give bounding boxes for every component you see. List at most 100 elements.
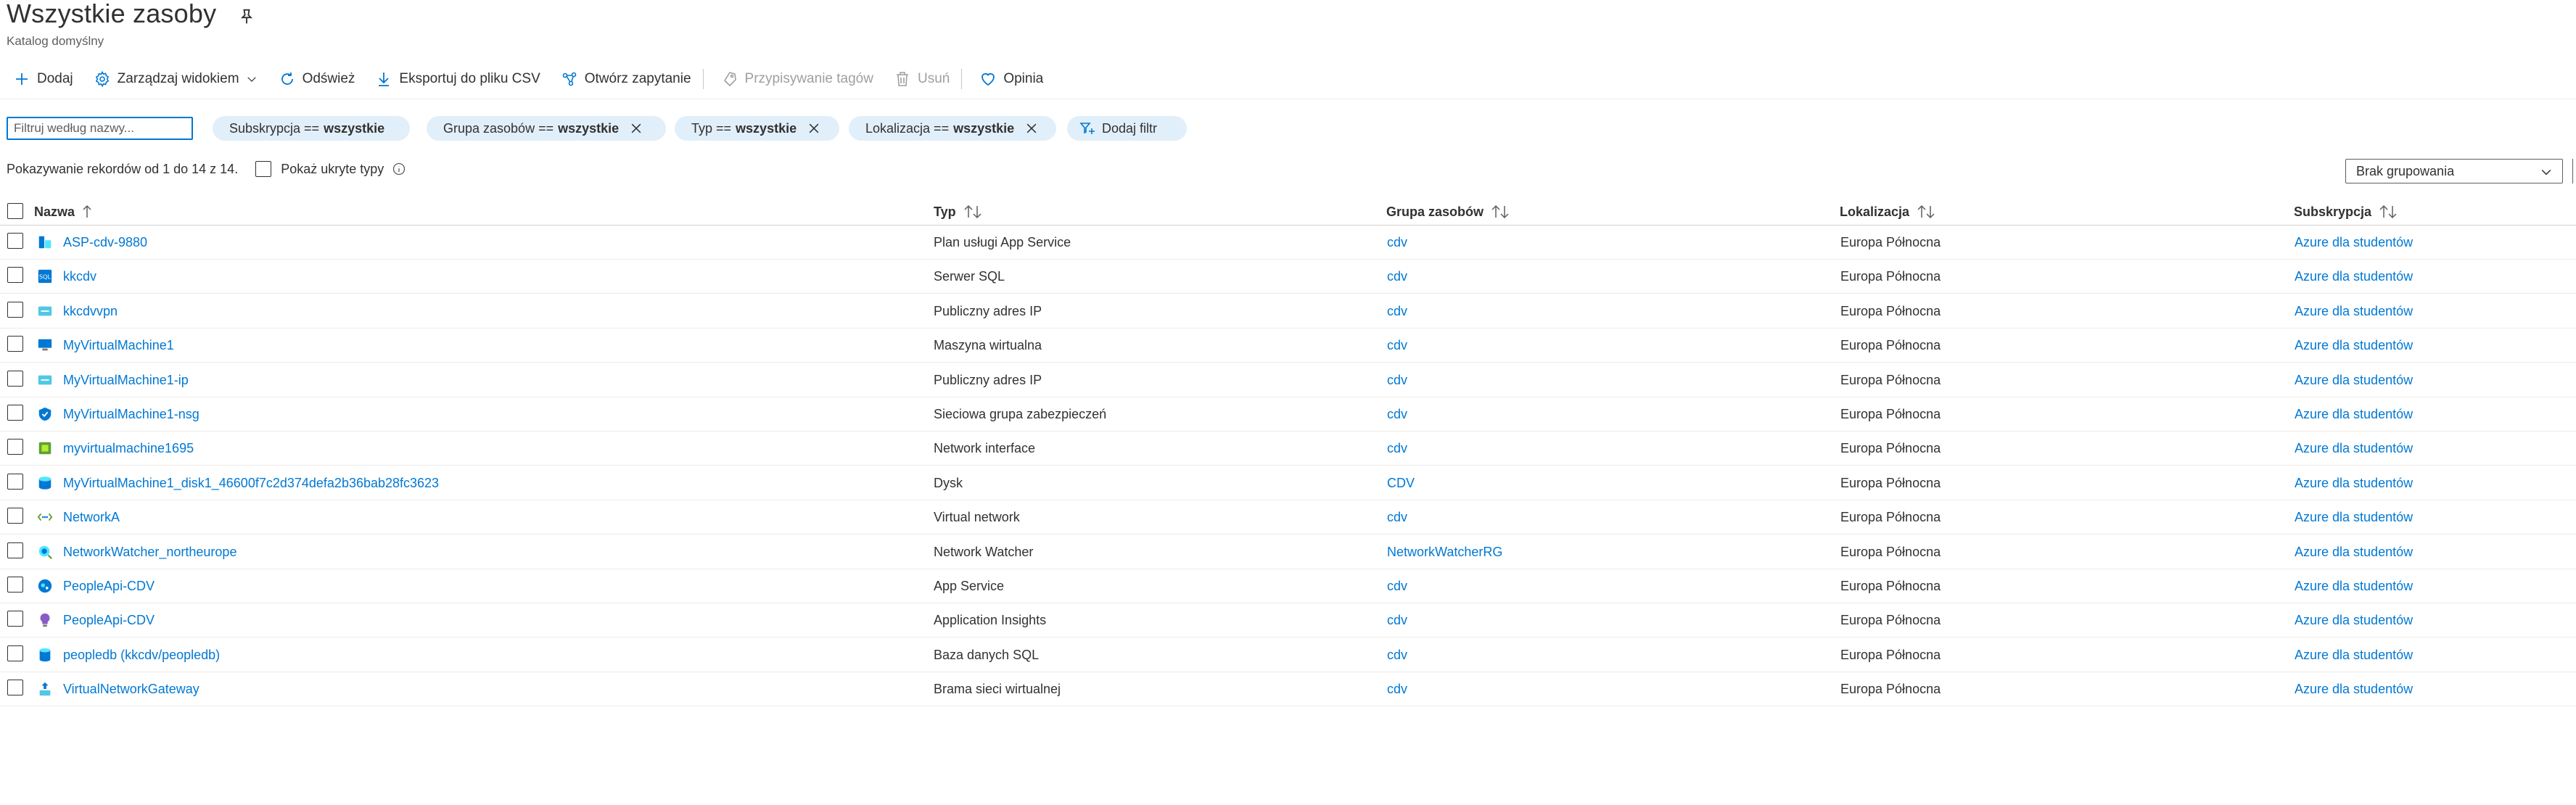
- table-row[interactable]: MyVirtualMachine1 Maszyna wirtualna cdv Eur…: [0, 329, 2576, 363]
- gear-icon: [95, 70, 109, 88]
- refresh-icon: [281, 73, 293, 85]
- row-checkbox[interactable]: [7, 301, 23, 318]
- resource-name-link[interactable]: ASP-cdv-9880: [63, 235, 147, 250]
- delete-button[interactable]: Usuń: [881, 67, 957, 91]
- row-checkbox[interactable]: [7, 473, 23, 490]
- resource-name-link[interactable]: PeopleApi-CDV: [63, 579, 155, 594]
- table-row[interactable]: NetworkWatcher_northeurope Network Watche…: [0, 535, 2576, 569]
- row-checkbox[interactable]: [7, 233, 23, 249]
- table-row[interactable]: MyVirtualMachine1-nsg Sieciowa grupa zabe…: [0, 397, 2576, 432]
- resource-name-link[interactable]: MyVirtualMachine1-ip: [63, 373, 189, 388]
- table-row[interactable]: VirtualNetworkGateway Brama sieci wirtual…: [0, 672, 2576, 707]
- subscription-link[interactable]: Azure dla studentów: [2295, 545, 2413, 560]
- column-header-location[interactable]: Lokalizacja: [1840, 204, 1938, 220]
- resource-name-link[interactable]: MyVirtualMachine1_disk1_46600f7c2d374def…: [63, 476, 439, 491]
- subscription-link[interactable]: Azure dla studentów: [2295, 579, 2413, 594]
- subscription-link[interactable]: Azure dla studentów: [2295, 269, 2413, 284]
- select-all-checkbox[interactable]: [7, 203, 23, 219]
- feedback-button[interactable]: Opinia: [966, 67, 1050, 91]
- row-checkbox[interactable]: [7, 645, 23, 661]
- subscription-link[interactable]: Azure dla studentów: [2295, 648, 2413, 663]
- subscription-link[interactable]: Azure dla studentów: [2295, 373, 2413, 388]
- row-checkbox[interactable]: [7, 577, 23, 593]
- table-row[interactable]: NetworkA Virtual network cdv Europa Północn…: [0, 500, 2576, 535]
- row-checkbox[interactable]: [7, 508, 23, 524]
- resource-name-link[interactable]: NetworkA: [63, 510, 120, 525]
- resource-group-link[interactable]: cdv: [1387, 510, 1407, 525]
- table-row[interactable]: SQL kkcdv Serwer SQL cdv Europa Północna Azur…: [0, 260, 2576, 294]
- row-checkbox[interactable]: [7, 611, 23, 627]
- table-row[interactable]: peopledb (kkcdv/peopledb) Baza danych SQL…: [0, 638, 2576, 672]
- resource-name-link[interactable]: myvirtualmachine1695: [63, 441, 194, 456]
- table-row[interactable]: MyVirtualMachine1_disk1_46600f7c2d374def…: [0, 466, 2576, 500]
- resource-group-link[interactable]: cdv: [1387, 613, 1407, 628]
- subscription-link[interactable]: Azure dla studentów: [2295, 510, 2413, 525]
- resource-name-link[interactable]: NetworkWatcher_northeurope: [63, 545, 236, 560]
- table-row[interactable]: PeopleApi-CDV Application Insights cdv Euro…: [0, 603, 2576, 638]
- resource-name-link[interactable]: kkcdv: [63, 269, 96, 284]
- manage-view-button[interactable]: Zarządzaj widokiem: [81, 67, 266, 91]
- resource-group-link[interactable]: cdv: [1387, 579, 1407, 594]
- resource-name-link[interactable]: VirtualNetworkGateway: [63, 682, 199, 697]
- row-checkbox[interactable]: [7, 439, 23, 455]
- export-csv-button[interactable]: Eksportuj do pliku CSV: [362, 67, 547, 91]
- close-icon[interactable]: [629, 121, 643, 136]
- filter-by-name-input[interactable]: [7, 117, 193, 140]
- resource-group-link[interactable]: cdv: [1387, 235, 1407, 250]
- row-checkbox[interactable]: [7, 267, 23, 284]
- info-icon[interactable]: [392, 162, 406, 176]
- table-row[interactable]: PeopleApi-CDV App Service cdv Europa Północ…: [0, 569, 2576, 603]
- table-row[interactable]: MyVirtualMachine1-ip Publiczny adres IP cd…: [0, 363, 2576, 397]
- column-header-resource-group[interactable]: Grupa zasobów: [1386, 204, 1512, 220]
- table-row[interactable]: myvirtualmachine1695 Network interface cdv…: [0, 432, 2576, 466]
- subscription-link[interactable]: Azure dla studentów: [2295, 441, 2413, 456]
- resource-name-link[interactable]: MyVirtualMachine1-nsg: [63, 407, 199, 422]
- filter-pill-resource-group[interactable]: Grupa zasobów == wszystkie: [427, 116, 666, 141]
- subscription-link[interactable]: Azure dla studentów: [2295, 682, 2413, 697]
- table-row[interactable]: ASP-cdv-9880 Plan usługi App Service cdv Eu…: [0, 226, 2576, 260]
- column-header-name[interactable]: Nazwa: [34, 204, 103, 220]
- resource-name-link[interactable]: PeopleApi-CDV: [63, 613, 155, 628]
- open-query-button[interactable]: Otwórz zapytanie: [548, 67, 699, 91]
- resource-name-link[interactable]: kkcdvvpn: [63, 304, 118, 319]
- resource-group-link[interactable]: cdv: [1387, 648, 1407, 663]
- subscription-link[interactable]: Azure dla studentów: [2295, 613, 2413, 628]
- resource-name-link[interactable]: peopledb (kkcdv/peopledb): [63, 648, 220, 663]
- row-checkbox[interactable]: [7, 405, 23, 421]
- subscription-link[interactable]: Azure dla studentów: [2295, 235, 2413, 250]
- row-checkbox[interactable]: [7, 680, 23, 696]
- resource-group-link[interactable]: cdv: [1387, 338, 1407, 353]
- resource-group-link[interactable]: cdv: [1387, 441, 1407, 456]
- close-icon[interactable]: [1024, 121, 1039, 136]
- filter-pill-type[interactable]: Typ == wszystkie: [675, 116, 839, 141]
- filter-pill-location[interactable]: Lokalizacja == wszystkie: [849, 116, 1056, 141]
- column-header-type[interactable]: Typ: [934, 204, 984, 220]
- add-button[interactable]: Dodaj: [0, 67, 81, 91]
- grouping-dropdown[interactable]: Brak grupowania: [2345, 159, 2563, 183]
- close-icon[interactable]: [807, 121, 821, 136]
- subscription-link[interactable]: Azure dla studentów: [2295, 338, 2413, 353]
- resource-group-link[interactable]: cdv: [1387, 682, 1407, 697]
- assign-tags-button[interactable]: Przypisywanie tagów: [708, 67, 881, 91]
- resource-group-link[interactable]: cdv: [1387, 304, 1407, 319]
- show-hidden-types-checkbox[interactable]: [255, 161, 272, 177]
- row-checkbox[interactable]: [7, 336, 23, 352]
- resource-group-link[interactable]: cdv: [1387, 373, 1407, 388]
- resource-name-link[interactable]: MyVirtualMachine1: [63, 338, 174, 353]
- subscription-link[interactable]: Azure dla studentów: [2295, 476, 2413, 491]
- row-checkbox[interactable]: [7, 542, 23, 558]
- resource-group-link[interactable]: CDV: [1387, 476, 1415, 491]
- table-row[interactable]: kkcdvvpn Publiczny adres IP cdv Europa Półn…: [0, 294, 2576, 329]
- add-filter-button[interactable]: Dodaj filtr: [1067, 116, 1187, 141]
- row-checkbox[interactable]: [7, 370, 23, 387]
- filter-pill-subscription[interactable]: Subskrypcja == wszystkie: [213, 116, 410, 141]
- resource-group-link[interactable]: cdv: [1387, 407, 1407, 422]
- resource-group-link[interactable]: NetworkWatcherRG: [1387, 545, 1502, 560]
- column-header-subscription[interactable]: Subskrypcja: [2294, 204, 2400, 220]
- refresh-button[interactable]: Odśwież: [266, 67, 363, 91]
- list-view-toggle[interactable]: [2572, 159, 2576, 183]
- subscription-link[interactable]: Azure dla studentów: [2295, 304, 2413, 319]
- resource-group-link[interactable]: cdv: [1387, 269, 1407, 284]
- pin-icon[interactable]: [236, 7, 257, 27]
- subscription-link[interactable]: Azure dla studentów: [2295, 407, 2413, 422]
